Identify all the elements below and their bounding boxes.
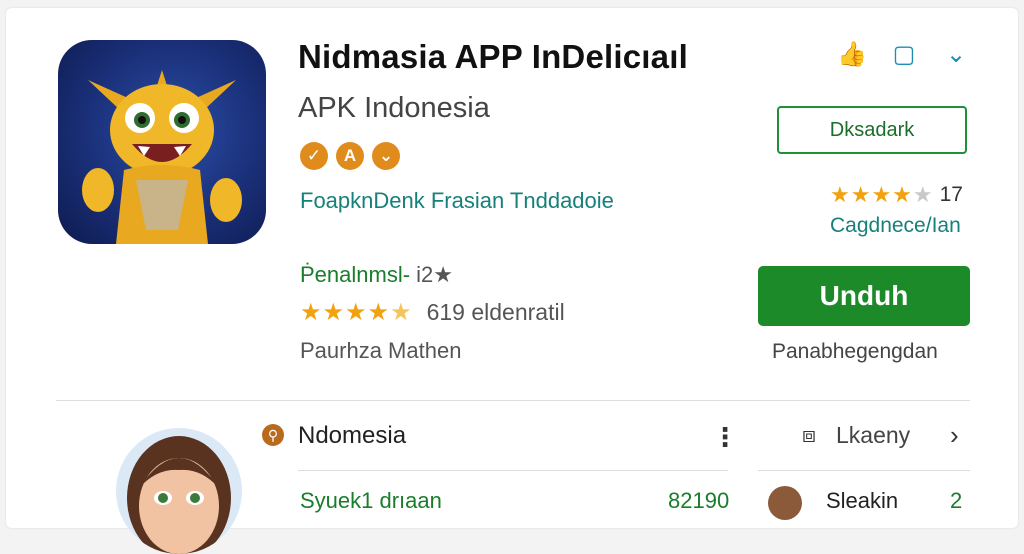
right-rating-count: 17 bbox=[939, 183, 963, 206]
star-half-icon: ★ bbox=[390, 299, 413, 326]
app-icon[interactable] bbox=[58, 40, 266, 244]
sub-info: Ṗenalnmsl- i2★ bbox=[300, 262, 453, 288]
author-name[interactable]: Paurhza Mathen bbox=[300, 338, 461, 364]
right-panel-divider bbox=[758, 470, 970, 471]
tag-label[interactable]: Lkaeny bbox=[836, 422, 910, 449]
app-title: Nidmasia APP InDelicıaıl bbox=[298, 38, 688, 75]
app-tagline: FoapknDenk Frasian Tnddadoie bbox=[300, 188, 614, 213]
wishlist-button[interactable]: Dksadark bbox=[777, 106, 967, 154]
rating-text: 619 eldenratil bbox=[426, 299, 565, 325]
chevron-down-icon[interactable]: ⌄ bbox=[942, 40, 970, 68]
list-item-value: 82190 bbox=[668, 488, 730, 513]
rating-row: ★★★★★ 619 eldenratil bbox=[300, 298, 565, 327]
right-star-full-icons: ★★★★ bbox=[830, 182, 913, 207]
star-full-icons: ★★★★ bbox=[300, 299, 391, 326]
list-item-label[interactable]: Syuek1 drıaan bbox=[300, 488, 442, 514]
sub-info-label: Ṗenalnmsl- bbox=[300, 262, 411, 287]
install-button[interactable]: Unduh bbox=[758, 266, 970, 326]
right-rating-stars: ★★★★★ bbox=[830, 182, 934, 208]
location-icon: ⚲ bbox=[262, 424, 284, 446]
developer-name[interactable]: APK Indonesia bbox=[298, 92, 490, 125]
thumb-icon[interactable]: 👍 bbox=[837, 40, 867, 68]
verified-badge-icon: ✓ bbox=[300, 142, 328, 170]
badge-row: ✓ A ⌄ bbox=[300, 142, 400, 170]
right-star-empty-icon: ★ bbox=[912, 182, 934, 207]
chevron-right-icon[interactable]: › bbox=[950, 420, 959, 451]
age-badge-icon: A bbox=[336, 142, 364, 170]
install-note: Panabhegengdan bbox=[772, 340, 938, 363]
rating-stars: ★★★★★ bbox=[300, 298, 413, 327]
inner-divider bbox=[298, 470, 728, 471]
small-avatar[interactable] bbox=[768, 486, 802, 520]
top-actions: 👍 ▢ ⌄ bbox=[837, 40, 970, 68]
bookmark-icon[interactable]: ▢ bbox=[890, 40, 918, 68]
section-divider bbox=[56, 400, 970, 401]
category-link[interactable]: Cagdnece/Ian bbox=[830, 214, 961, 238]
tag-icon: ⧈ bbox=[802, 422, 816, 447]
sub-info-value: i2★ bbox=[416, 262, 454, 287]
avatar[interactable] bbox=[116, 428, 242, 554]
editor-badge-icon: ⌄ bbox=[372, 142, 400, 170]
monster-mascot-icon bbox=[82, 70, 242, 244]
small-list-value: 2 bbox=[950, 488, 963, 513]
section-title: Ndomesia bbox=[298, 422, 407, 449]
small-list-label[interactable]: Sleakin bbox=[826, 488, 898, 514]
more-options-icon[interactable]: ⋮ bbox=[712, 422, 738, 453]
right-rating: ★★★★★ 17 bbox=[830, 182, 963, 208]
woman-avatar-icon bbox=[127, 436, 231, 554]
